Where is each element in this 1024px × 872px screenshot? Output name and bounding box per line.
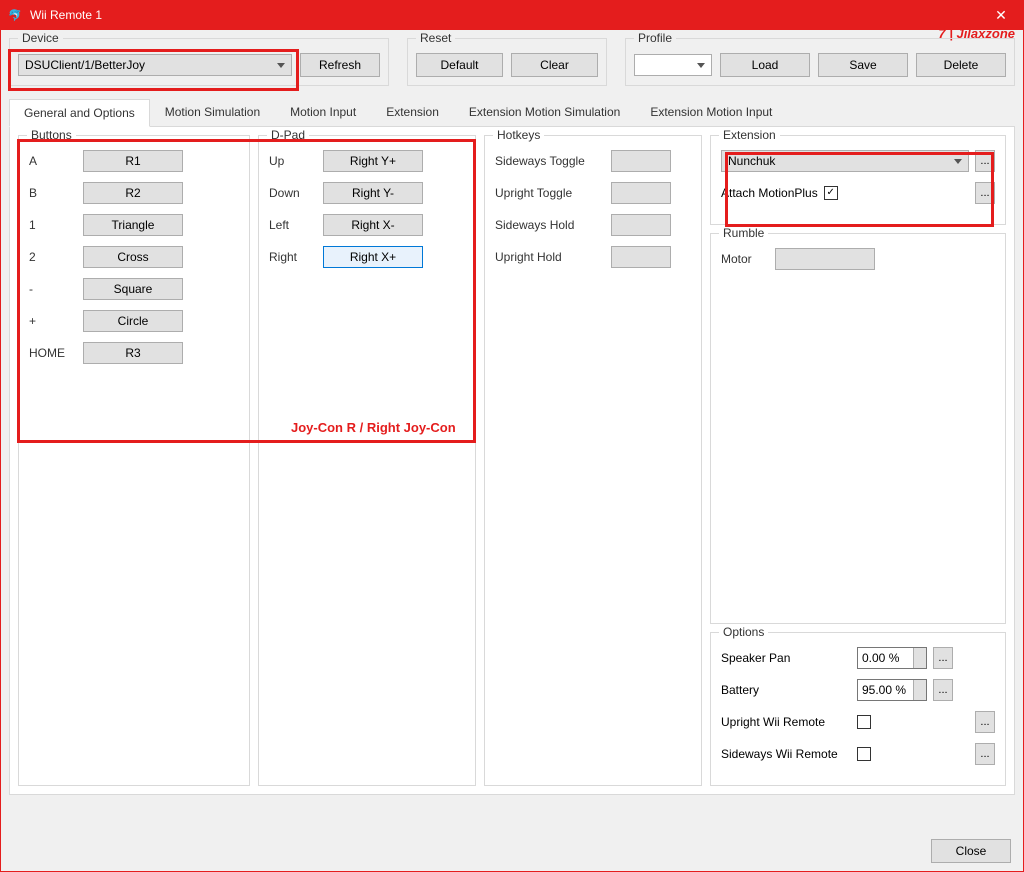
dpad-label-up: Up [269,154,317,168]
upright-wii-label: Upright Wii Remote [721,715,851,729]
dolphin-icon: 🐬 [8,9,24,22]
binding-down[interactable]: Right Y- [323,182,423,204]
upright-wii-checkbox[interactable] [857,715,871,729]
refresh-button[interactable]: Refresh [300,53,380,77]
button-label-a: A [29,154,77,168]
annotation-joycon-label: Joy-Con R / Right Joy-Con [291,420,456,435]
binding-left[interactable]: Right X- [323,214,423,236]
buttons-title: Buttons [27,128,76,142]
hotkey-label-upright-hold: Upright Hold [495,250,605,264]
tab-ext-motion-sim[interactable]: Extension Motion Simulation [454,98,635,126]
options-title: Options [719,625,768,639]
extension-panel: Extension Nunchuk ... Attach MotionPlus … [710,135,1006,225]
close-button[interactable]: Close [931,839,1011,863]
dpad-label-down: Down [269,186,317,200]
extension-title: Extension [719,128,780,142]
tab-ext-motion-input[interactable]: Extension Motion Input [635,98,787,126]
extension-more-button[interactable]: ... [975,150,995,172]
dpad-title: D-Pad [267,128,309,142]
sideways-wii-label: Sideways Wii Remote [721,747,851,761]
binding-b[interactable]: R2 [83,182,183,204]
device-selected: DSUClient/1/BetterJoy [25,58,145,72]
window-body: 7 | Jilaxzone Device DSUClient/1/BetterJ… [0,30,1024,872]
reset-group: Reset Default Clear [407,38,607,86]
binding-1[interactable]: Triangle [83,214,183,236]
profile-label: Profile [634,31,676,45]
tab-motion-input[interactable]: Motion Input [275,98,371,126]
save-button[interactable]: Save [818,53,908,77]
speaker-pan-more-button[interactable]: ... [933,647,953,669]
dpad-label-left: Left [269,218,317,232]
tab-general[interactable]: General and Options [9,99,150,127]
window-title: Wii Remote 1 [30,8,978,22]
tab-motion-sim[interactable]: Motion Simulation [150,98,275,126]
upright-wii-more-button[interactable]: ... [975,711,995,733]
button-label-minus: - [29,282,77,296]
button-label-b: B [29,186,77,200]
binding-motor[interactable] [775,248,875,270]
clear-button[interactable]: Clear [511,53,598,77]
top-row: Device DSUClient/1/BetterJoy Refresh Res… [9,38,1015,86]
battery-spin[interactable]: 95.00 %▲▼ [857,679,927,701]
hotkeys-panel: Hotkeys Sideways Toggle Upright Toggle S… [484,135,702,786]
tab-content: Buttons A R1 B R2 1 Triangle 2 Cross -Square… [9,127,1015,795]
rumble-title: Rumble [719,226,768,240]
binding-upright-hold[interactable] [611,246,671,268]
rumble-panel: Rumble Motor [710,233,1006,624]
device-label: Device [18,31,63,45]
battery-more-button[interactable]: ... [933,679,953,701]
binding-a[interactable]: R1 [83,150,183,172]
hotkey-label-sideways-hold: Sideways Hold [495,218,605,232]
binding-up[interactable]: Right Y+ [323,150,423,172]
speaker-pan-value: 0.00 % [862,651,899,665]
device-combo[interactable]: DSUClient/1/BetterJoy [18,54,292,76]
binding-upright-toggle[interactable] [611,182,671,204]
button-label-2: 2 [29,250,77,264]
speaker-pan-label: Speaker Pan [721,651,851,665]
tab-bar: General and Options Motion Simulation Mo… [9,98,1015,127]
default-button[interactable]: Default [416,53,503,77]
attach-motionplus-checkbox[interactable] [824,186,838,200]
binding-sideways-toggle[interactable] [611,150,671,172]
buttons-panel: Buttons AR1 BR2 1Triangle 2Cross -Square… [18,135,250,786]
binding-right[interactable]: Right X+ [323,246,423,268]
attach-motionplus-more-button[interactable]: ... [975,182,995,204]
profile-combo[interactable] [634,54,712,76]
binding-plus[interactable]: Circle [83,310,183,332]
reset-label: Reset [416,31,455,45]
binding-2[interactable]: Cross [83,246,183,268]
profile-group: Profile Load Save Delete [625,38,1015,86]
extension-combo[interactable]: Nunchuk [721,150,969,172]
sideways-wii-checkbox[interactable] [857,747,871,761]
hotkey-label-sideways-toggle: Sideways Toggle [495,154,605,168]
device-group: Device DSUClient/1/BetterJoy Refresh [9,38,389,86]
dpad-panel: D-Pad UpRight Y+ DownRight Y- LeftRight … [258,135,476,786]
footer: Close [931,839,1011,863]
hotkeys-title: Hotkeys [493,128,544,142]
dpad-label-right: Right [269,250,317,264]
battery-label: Battery [721,683,851,697]
tab-extension[interactable]: Extension [371,98,454,126]
battery-value: 95.00 % [862,683,906,697]
sideways-wii-more-button[interactable]: ... [975,743,995,765]
button-label-plus: + [29,314,77,328]
titlebar: 🐬 Wii Remote 1 ✕ [0,0,1024,30]
load-button[interactable]: Load [720,53,810,77]
binding-sideways-hold[interactable] [611,214,671,236]
speaker-pan-spin[interactable]: 0.00 %▲▼ [857,647,927,669]
button-label-1: 1 [29,218,77,232]
motor-label: Motor [721,252,769,266]
binding-minus[interactable]: Square [83,278,183,300]
attach-motionplus-label: Attach MotionPlus [721,186,818,200]
button-label-home: HOME [29,346,77,360]
options-panel: Options Speaker Pan 0.00 %▲▼ ... Battery… [710,632,1006,786]
binding-home[interactable]: R3 [83,342,183,364]
hotkey-label-upright-toggle: Upright Toggle [495,186,605,200]
delete-button[interactable]: Delete [916,53,1006,77]
extension-selected: Nunchuk [728,154,775,168]
